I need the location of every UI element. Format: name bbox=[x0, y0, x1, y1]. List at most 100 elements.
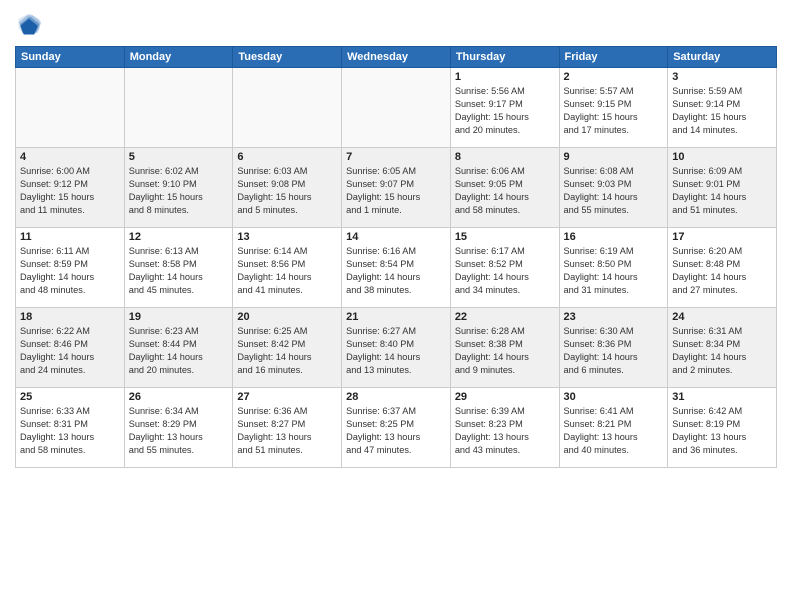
day-info: Sunrise: 6:42 AMSunset: 8:19 PMDaylight:… bbox=[672, 405, 772, 457]
day-number: 24 bbox=[672, 311, 772, 323]
calendar-header: SundayMondayTuesdayWednesdayThursdayFrid… bbox=[16, 47, 777, 68]
day-number: 30 bbox=[564, 391, 664, 403]
calendar-cell: 21 Sunrise: 6:27 AMSunset: 8:40 PMDayligh… bbox=[342, 308, 451, 388]
calendar-cell bbox=[342, 68, 451, 148]
day-info: Sunrise: 6:02 AMSunset: 9:10 PMDaylight:… bbox=[129, 165, 229, 217]
calendar-week-3: 11Sunrise: 6:11 AMSunset: 8:59 PMDayligh… bbox=[16, 228, 777, 308]
day-number: 25 bbox=[20, 391, 120, 403]
day-number: 3 bbox=[672, 71, 772, 83]
calendar-week-5: 25 Sunrise: 6:33 AMSunset: 8:31 PMDayligh… bbox=[16, 388, 777, 468]
calendar-cell: 24Sunrise: 6:31 AMSunset: 8:34 PMDayligh… bbox=[668, 308, 777, 388]
logo bbox=[15, 10, 47, 38]
day-info: Sunrise: 6:25 AMSunset: 8:42 PMDaylight:… bbox=[237, 325, 337, 377]
calendar-week-4: 18 Sunrise: 6:22 AMSunset: 8:46 PMDayligh… bbox=[16, 308, 777, 388]
day-number: 29 bbox=[455, 391, 555, 403]
calendar-cell: 27 Sunrise: 6:36 AMSunset: 8:27 PMDayligh… bbox=[233, 388, 342, 468]
day-info: Sunrise: 6:30 AMSunset: 8:36 PMDaylight:… bbox=[564, 325, 664, 377]
weekday-header-monday: Monday bbox=[124, 47, 233, 68]
page: SundayMondayTuesdayWednesdayThursdayFrid… bbox=[0, 0, 792, 612]
calendar-cell: 11Sunrise: 6:11 AMSunset: 8:59 PMDayligh… bbox=[16, 228, 125, 308]
day-number: 14 bbox=[346, 231, 446, 243]
calendar-week-2: 4 Sunrise: 6:00 AMSunset: 9:12 PMDaylight… bbox=[16, 148, 777, 228]
day-number: 4 bbox=[20, 151, 120, 163]
calendar-cell: 23 Sunrise: 6:30 AMSunset: 8:36 PMDayligh… bbox=[559, 308, 668, 388]
weekday-header-tuesday: Tuesday bbox=[233, 47, 342, 68]
calendar-body: 1Sunrise: 5:56 AMSunset: 9:17 PMDaylight… bbox=[16, 68, 777, 468]
logo-icon bbox=[15, 10, 43, 38]
day-number: 6 bbox=[237, 151, 337, 163]
day-info: Sunrise: 6:41 AMSunset: 8:21 PMDaylight:… bbox=[564, 405, 664, 457]
day-number: 13 bbox=[237, 231, 337, 243]
calendar-cell: 4 Sunrise: 6:00 AMSunset: 9:12 PMDaylight… bbox=[16, 148, 125, 228]
calendar-cell: 13 Sunrise: 6:14 AMSunset: 8:56 PMDayligh… bbox=[233, 228, 342, 308]
calendar-cell: 12 Sunrise: 6:13 AMSunset: 8:58 PMDayligh… bbox=[124, 228, 233, 308]
weekday-header-friday: Friday bbox=[559, 47, 668, 68]
day-number: 19 bbox=[129, 311, 229, 323]
day-info: Sunrise: 6:17 AMSunset: 8:52 PMDaylight:… bbox=[455, 245, 555, 297]
calendar-cell: 18 Sunrise: 6:22 AMSunset: 8:46 PMDayligh… bbox=[16, 308, 125, 388]
day-info: Sunrise: 5:57 AMSunset: 9:15 PMDaylight:… bbox=[564, 85, 664, 137]
day-number: 8 bbox=[455, 151, 555, 163]
calendar-cell bbox=[124, 68, 233, 148]
day-number: 2 bbox=[564, 71, 664, 83]
day-info: Sunrise: 5:59 AMSunset: 9:14 PMDaylight:… bbox=[672, 85, 772, 137]
day-info: Sunrise: 6:16 AMSunset: 8:54 PMDaylight:… bbox=[346, 245, 446, 297]
calendar-cell: 16Sunrise: 6:19 AMSunset: 8:50 PMDayligh… bbox=[559, 228, 668, 308]
day-number: 20 bbox=[237, 311, 337, 323]
day-number: 21 bbox=[346, 311, 446, 323]
calendar-cell: 14 Sunrise: 6:16 AMSunset: 8:54 PMDayligh… bbox=[342, 228, 451, 308]
weekday-header-wednesday: Wednesday bbox=[342, 47, 451, 68]
day-number: 22 bbox=[455, 311, 555, 323]
calendar-week-1: 1Sunrise: 5:56 AMSunset: 9:17 PMDaylight… bbox=[16, 68, 777, 148]
day-number: 11 bbox=[20, 231, 120, 243]
calendar-cell: 3 Sunrise: 5:59 AMSunset: 9:14 PMDaylight… bbox=[668, 68, 777, 148]
calendar-cell: 7Sunrise: 6:05 AMSunset: 9:07 PMDaylight… bbox=[342, 148, 451, 228]
day-info: Sunrise: 6:03 AMSunset: 9:08 PMDaylight:… bbox=[237, 165, 337, 217]
calendar-cell: 19Sunrise: 6:23 AMSunset: 8:44 PMDayligh… bbox=[124, 308, 233, 388]
weekday-header-row: SundayMondayTuesdayWednesdayThursdayFrid… bbox=[16, 47, 777, 68]
day-number: 28 bbox=[346, 391, 446, 403]
day-number: 16 bbox=[564, 231, 664, 243]
day-number: 15 bbox=[455, 231, 555, 243]
calendar-cell: 5Sunrise: 6:02 AMSunset: 9:10 PMDaylight… bbox=[124, 148, 233, 228]
day-number: 9 bbox=[564, 151, 664, 163]
weekday-header-thursday: Thursday bbox=[450, 47, 559, 68]
calendar-cell: 10Sunrise: 6:09 AMSunset: 9:01 PMDayligh… bbox=[668, 148, 777, 228]
day-number: 12 bbox=[129, 231, 229, 243]
day-info: Sunrise: 6:14 AMSunset: 8:56 PMDaylight:… bbox=[237, 245, 337, 297]
calendar-cell: 28 Sunrise: 6:37 AMSunset: 8:25 PMDayligh… bbox=[342, 388, 451, 468]
day-info: Sunrise: 6:33 AMSunset: 8:31 PMDaylight:… bbox=[20, 405, 120, 457]
day-number: 18 bbox=[20, 311, 120, 323]
weekday-header-saturday: Saturday bbox=[668, 47, 777, 68]
calendar-cell: 25 Sunrise: 6:33 AMSunset: 8:31 PMDayligh… bbox=[16, 388, 125, 468]
day-info: Sunrise: 6:00 AMSunset: 9:12 PMDaylight:… bbox=[20, 165, 120, 217]
day-number: 27 bbox=[237, 391, 337, 403]
day-info: Sunrise: 6:36 AMSunset: 8:27 PMDaylight:… bbox=[237, 405, 337, 457]
header bbox=[15, 10, 777, 38]
calendar-cell bbox=[233, 68, 342, 148]
calendar-cell: 30 Sunrise: 6:41 AMSunset: 8:21 PMDayligh… bbox=[559, 388, 668, 468]
calendar-cell: 20 Sunrise: 6:25 AMSunset: 8:42 PMDayligh… bbox=[233, 308, 342, 388]
day-number: 23 bbox=[564, 311, 664, 323]
calendar-cell: 8Sunrise: 6:06 AMSunset: 9:05 PMDaylight… bbox=[450, 148, 559, 228]
day-number: 31 bbox=[672, 391, 772, 403]
day-info: Sunrise: 6:05 AMSunset: 9:07 PMDaylight:… bbox=[346, 165, 446, 217]
day-info: Sunrise: 6:08 AMSunset: 9:03 PMDaylight:… bbox=[564, 165, 664, 217]
calendar-cell bbox=[16, 68, 125, 148]
day-info: Sunrise: 5:56 AMSunset: 9:17 PMDaylight:… bbox=[455, 85, 555, 137]
day-info: Sunrise: 6:28 AMSunset: 8:38 PMDaylight:… bbox=[455, 325, 555, 377]
weekday-header-sunday: Sunday bbox=[16, 47, 125, 68]
calendar-cell: 15 Sunrise: 6:17 AMSunset: 8:52 PMDayligh… bbox=[450, 228, 559, 308]
day-info: Sunrise: 6:34 AMSunset: 8:29 PMDaylight:… bbox=[129, 405, 229, 457]
calendar-cell: 6 Sunrise: 6:03 AMSunset: 9:08 PMDaylight… bbox=[233, 148, 342, 228]
calendar-table: SundayMondayTuesdayWednesdayThursdayFrid… bbox=[15, 46, 777, 468]
day-info: Sunrise: 6:13 AMSunset: 8:58 PMDaylight:… bbox=[129, 245, 229, 297]
calendar-cell: 22 Sunrise: 6:28 AMSunset: 8:38 PMDayligh… bbox=[450, 308, 559, 388]
day-info: Sunrise: 6:27 AMSunset: 8:40 PMDaylight:… bbox=[346, 325, 446, 377]
day-info: Sunrise: 6:22 AMSunset: 8:46 PMDaylight:… bbox=[20, 325, 120, 377]
day-info: Sunrise: 6:39 AMSunset: 8:23 PMDaylight:… bbox=[455, 405, 555, 457]
calendar-cell: 1Sunrise: 5:56 AMSunset: 9:17 PMDaylight… bbox=[450, 68, 559, 148]
day-info: Sunrise: 6:20 AMSunset: 8:48 PMDaylight:… bbox=[672, 245, 772, 297]
calendar-cell: 26Sunrise: 6:34 AMSunset: 8:29 PMDayligh… bbox=[124, 388, 233, 468]
day-info: Sunrise: 6:37 AMSunset: 8:25 PMDaylight:… bbox=[346, 405, 446, 457]
